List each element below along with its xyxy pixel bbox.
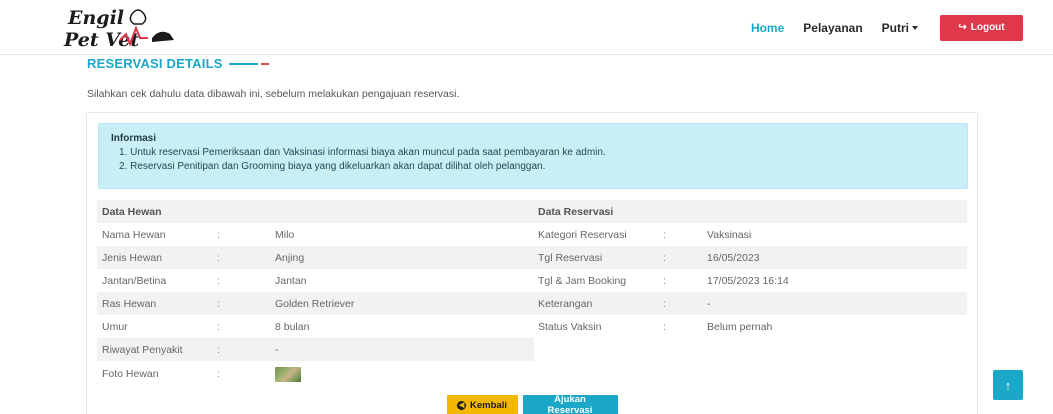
table-row: Foto Hewan : (97, 361, 534, 387)
table-row: Status Vaksin : Belum pernah (533, 315, 967, 338)
info-title: Informasi (111, 133, 157, 144)
page-title: RESERVASI DETAILS (87, 56, 269, 71)
table-row: Umur : 8 bulan (97, 315, 534, 338)
pet-data-header: Data Hewan (97, 200, 534, 223)
nav-home[interactable]: Home (751, 21, 784, 35)
back-button-label: Kembali (470, 399, 507, 411)
row-value: - (275, 343, 279, 356)
brand-logo[interactable]: Engil Pet Vet (62, 4, 182, 51)
row-value: Jantan (275, 274, 307, 287)
reservation-data-header: Data Reservasi (533, 200, 967, 223)
row-separator: : (217, 368, 220, 380)
table-row: Riwayat Penyakit : - (97, 338, 534, 361)
row-separator: : (217, 297, 220, 310)
pet-photo-cell (275, 366, 301, 382)
row-value: 17/05/2023 16:14 (707, 274, 789, 287)
row-value: Milo (275, 228, 295, 241)
navbar: Engil Pet Vet Home Pelayanan Putri ↪ Log… (0, 0, 1053, 55)
row-label: Tgl Reservasi (538, 251, 603, 264)
nav-user-label: Putri (881, 20, 909, 35)
logout-label: Logout (970, 22, 1005, 33)
arrow-up-icon: ↑ (1004, 377, 1012, 393)
logout-button[interactable]: ↪ Logout (940, 14, 1023, 41)
table-row: Tgl & Jam Booking : 17/05/2023 16:14 (533, 269, 967, 292)
row-separator: : (217, 228, 220, 241)
row-separator: : (663, 251, 666, 264)
pet-data-table: Data Hewan Nama Hewan : Milo Jenis Hewan… (97, 200, 534, 387)
title-underline-red (260, 62, 269, 65)
row-value: - (707, 297, 711, 310)
arrow-left-circle-icon: ◀ (457, 400, 467, 410)
brand-logo-icon: Engil Pet Vet (63, 7, 174, 51)
reservation-data-header-label: Data Reservasi (538, 205, 614, 218)
scroll-top-button[interactable]: ↑ (993, 370, 1023, 400)
pet-data-header-label: Data Hewan (102, 205, 162, 218)
row-separator: : (663, 228, 666, 241)
nav-services[interactable]: Pelayanan (803, 21, 862, 35)
row-label: Tgl & Jam Booking (538, 274, 627, 287)
row-separator: : (217, 251, 220, 264)
row-value: 8 bulan (275, 320, 310, 333)
row-label: Nama Hewan (102, 228, 166, 241)
action-buttons: ◀ Kembali Ajukan Reservasi (87, 394, 977, 414)
row-label: Kategori Reservasi (538, 228, 627, 241)
table-row: Nama Hewan : Milo (97, 223, 534, 246)
info-alert: Informasi 1. Untuk reservasi Pemeriksaan… (98, 123, 968, 189)
table-row: Keterangan : - (533, 292, 967, 315)
row-label: Umur (102, 320, 128, 333)
row-label: Jenis Hewan (102, 251, 163, 264)
table-row: Jenis Hewan : Anjing (97, 246, 534, 269)
back-button[interactable]: ◀ Kembali (446, 395, 518, 414)
nav-user-dropdown[interactable]: Putri (882, 21, 918, 35)
row-separator: : (663, 274, 666, 287)
table-row: Tgl Reservasi : 16/05/2023 (533, 246, 967, 269)
row-separator: : (217, 343, 220, 356)
info-item: 2. Reservasi Penitipan dan Grooming biay… (119, 161, 546, 172)
table-row: Kategori Reservasi : Vaksinasi (533, 223, 967, 246)
title-underline-blue (228, 62, 258, 65)
row-label: Jantan/Betina (102, 274, 167, 287)
page-title-text: RESERVASI DETAILS (87, 56, 223, 71)
row-value: Anjing (275, 251, 305, 264)
row-separator: : (217, 320, 220, 333)
row-label: Riwayat Penyakit (102, 343, 183, 356)
row-value: Golden Retriever (275, 297, 355, 310)
row-label: Keterangan (538, 297, 593, 310)
info-item: 1. Untuk reservasi Pemeriksaan dan Vaksi… (119, 147, 606, 158)
row-label: Status Vaksin (538, 320, 602, 333)
table-row: Ras Hewan : Golden Retriever (97, 292, 534, 315)
reservation-data-table: Data Reservasi Kategori Reservasi : Vaks… (533, 200, 967, 338)
row-value: 16/05/2023 (707, 251, 760, 264)
pet-photo-thumbnail[interactable] (275, 366, 301, 382)
row-label: Ras Hewan (102, 297, 157, 310)
row-label: Foto Hewan (102, 368, 159, 380)
table-row: Jantan/Betina : Jantan (97, 269, 534, 292)
row-separator: : (663, 297, 666, 310)
sign-out-icon: ↪ (958, 22, 967, 33)
caret-down-icon (912, 26, 918, 31)
row-value: Vaksinasi (707, 228, 752, 241)
brand-line1: Engil (67, 7, 124, 29)
page-subtitle: Silahkan cek dahulu data dibawah ini, se… (87, 88, 460, 100)
reservation-card: Informasi 1. Untuk reservasi Pemeriksaan… (86, 112, 978, 414)
row-value: Belum pernah (707, 320, 773, 333)
submit-reservation-button[interactable]: Ajukan Reservasi (522, 394, 618, 414)
row-separator: : (663, 320, 666, 333)
row-separator: : (217, 274, 220, 287)
